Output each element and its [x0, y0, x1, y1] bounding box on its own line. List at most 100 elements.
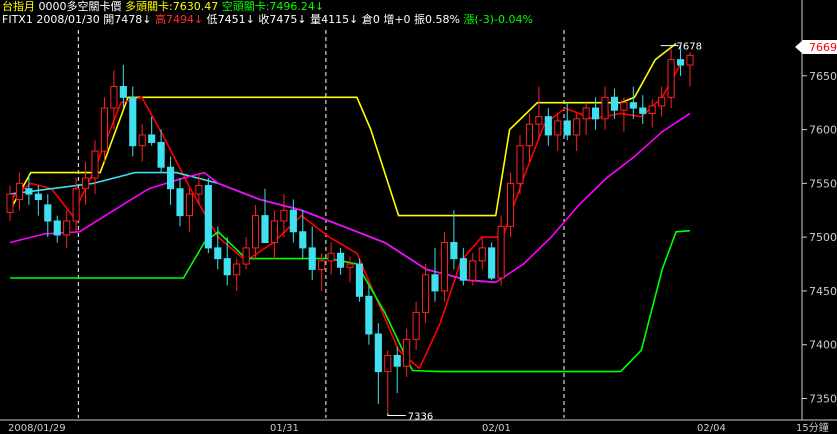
candle-body-down — [365, 295, 373, 335]
high-marker-label: 7678 — [677, 42, 702, 53]
candle-body-down — [129, 96, 137, 147]
candle-body-down — [639, 107, 647, 114]
candle-body-up — [72, 188, 80, 222]
candle-body-down — [629, 102, 637, 109]
candle-body-up — [686, 54, 694, 66]
candle-body-up — [346, 263, 354, 268]
candle-body-up — [270, 220, 279, 244]
candle-body-up — [91, 150, 99, 179]
y-tick-label: 7600 — [809, 124, 837, 137]
header-line-1: 台指月 0000多空關卡價 多頭關卡:7630.47 空頭關卡:7496.24↓ — [2, 0, 324, 13]
candle-body-down — [431, 274, 439, 292]
candle-body-down — [53, 220, 61, 236]
candle-body-up — [6, 193, 14, 213]
candle-body-up — [516, 145, 524, 184]
candle-body-down — [308, 247, 316, 270]
candle-body-down — [157, 141, 165, 168]
header-open: 開7478↓ — [100, 13, 152, 26]
header-close: 收7475↓ — [255, 12, 307, 26]
candle-body-down — [336, 252, 345, 268]
header-volume: 量4115↓ — [307, 13, 359, 26]
header-change: 漲(-3)-0.04% — [460, 13, 533, 26]
candle-body-up — [497, 225, 505, 279]
candle-body-up — [601, 96, 609, 120]
candle-body-up — [251, 215, 260, 249]
header-line-2: FITX1 2008/01/30 開7478↓ 高7494↓ 低7451↓ 收7… — [2, 12, 533, 26]
x-axis-date-label: 02/04 — [697, 423, 726, 434]
candle-body-down — [148, 134, 156, 143]
candle-body-up — [440, 242, 449, 292]
candle-body-down — [563, 120, 571, 136]
candle-body-up — [138, 134, 146, 147]
candle-body-down — [355, 263, 364, 297]
candle-body-up — [412, 311, 420, 340]
y-tick-label: 7450 — [809, 285, 837, 298]
candle-body-up — [525, 123, 534, 147]
header-amplitude: 振0.58% — [411, 12, 460, 26]
candle-body-up — [233, 263, 241, 276]
price-tag-label: 7669 — [809, 41, 837, 54]
candle-body-up — [573, 118, 581, 136]
header-bear-level: 空頭關卡:7496.24↓ — [218, 0, 324, 13]
candle-body-up — [81, 177, 90, 190]
candle-body-up — [421, 274, 430, 313]
candlestick-chart: 台指月 0000多空關卡價 多頭關卡:7630.47 空頭關卡:7496.24↓… — [0, 0, 837, 434]
x-axis-date-label: 2008/01/29 — [8, 423, 66, 434]
candle-body-down — [544, 116, 552, 136]
candle-body-down — [204, 185, 212, 249]
candle-body-down — [223, 258, 231, 276]
candle-body-up — [620, 102, 628, 111]
candle-body-down — [299, 231, 307, 249]
candle-body-down — [44, 204, 52, 222]
candle-body-up — [403, 338, 411, 367]
candle-body-up — [242, 247, 250, 265]
header-symbol: FITX1 — [2, 13, 33, 26]
candle-body-up — [535, 116, 543, 125]
candle-body-up — [327, 252, 335, 262]
candle-body-down — [166, 166, 175, 190]
candle-body-up — [318, 260, 326, 270]
candle-body-up — [648, 105, 656, 114]
candle-body-up — [185, 193, 194, 217]
header-contract: 台指月 — [2, 0, 35, 13]
header-date: 2008/01/30 — [33, 13, 100, 26]
candle-body-up — [384, 354, 392, 373]
candle-body-up — [469, 260, 477, 281]
candle-body-down — [176, 188, 184, 217]
price-tag: 7669 — [795, 40, 837, 54]
candle-body-down — [25, 188, 33, 195]
candle-body-up — [195, 185, 203, 195]
header-oi: 倉0 — [358, 12, 380, 26]
candle-body-up — [554, 120, 562, 136]
x-axis-date-label: 01/31 — [270, 423, 299, 434]
candle-body-down — [591, 107, 600, 120]
candle-body-down — [261, 215, 269, 244]
candle-body-up — [506, 182, 515, 227]
candle-body-down — [374, 333, 382, 373]
candle-body-down — [289, 209, 297, 233]
candle-body-up — [280, 209, 288, 222]
candle-body-up — [582, 107, 590, 120]
candle-body-up — [658, 96, 666, 107]
candle-body-up — [100, 107, 109, 152]
candle-body-down — [676, 59, 685, 66]
low-marker-label: 7336 — [408, 412, 433, 423]
candle-body-up — [667, 59, 675, 98]
candle-body-up — [63, 220, 71, 236]
candle-body-up — [15, 182, 24, 200]
candle-body-down — [214, 247, 222, 260]
period-label: 15分鐘 — [796, 421, 829, 434]
y-tick-label: 7550 — [809, 177, 837, 190]
candle-body-up — [110, 86, 118, 109]
y-tick-label: 7400 — [809, 339, 837, 352]
header-indicator-name: 0000多空關卡價 — [35, 0, 122, 13]
header-high: 高7494↓ — [151, 12, 203, 26]
candle-body-up — [478, 247, 486, 262]
header-oi-change: 增+0 — [380, 12, 411, 26]
header-bull-level: 多頭關卡:7630.47 — [122, 0, 219, 13]
candle-body-down — [610, 96, 619, 111]
x-axis-date-label: 02/01 — [482, 423, 511, 434]
candle-body-down — [459, 258, 467, 281]
candle-body-down — [119, 86, 127, 98]
y-tick-label: 7350 — [809, 392, 837, 405]
